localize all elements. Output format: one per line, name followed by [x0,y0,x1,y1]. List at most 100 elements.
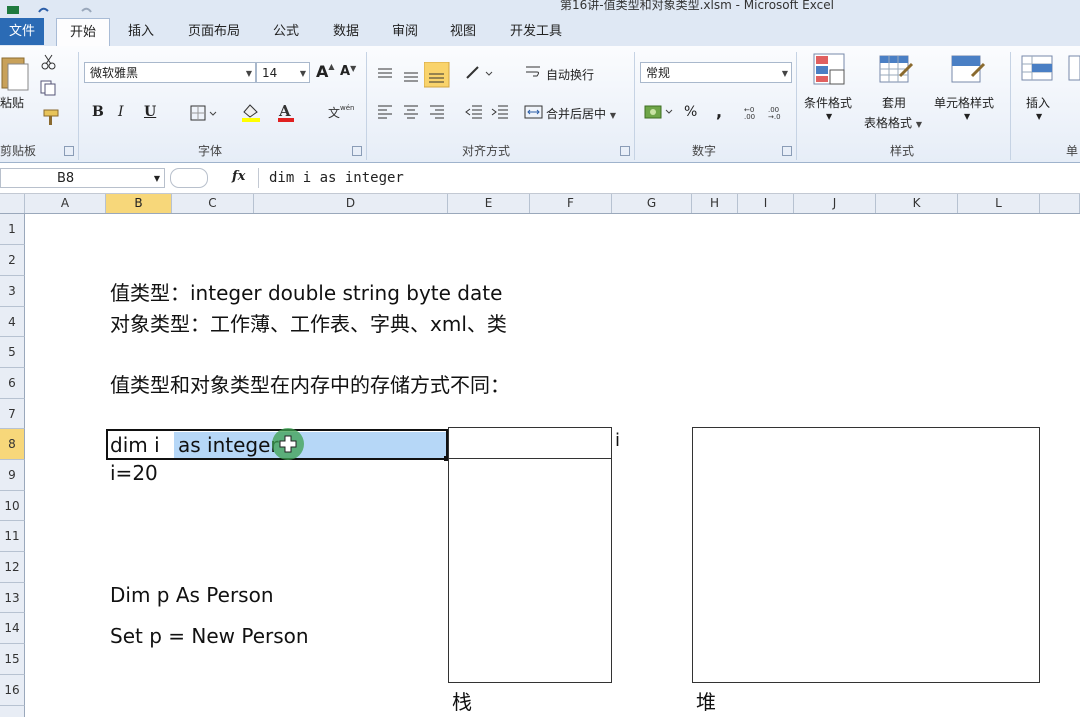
copy-icon[interactable] [40,80,64,100]
align-center-icon[interactable] [402,104,420,124]
font-size-select[interactable]: 14 ▼ [256,62,310,83]
comma-button[interactable]: , [716,102,722,121]
row-header-13[interactable]: 13 [0,583,25,613]
italic-button[interactable]: I [118,104,124,120]
phonetic-icon[interactable]: 文 wén [326,102,356,126]
column-header-f[interactable]: F [530,194,612,213]
undo-icon[interactable] [36,1,50,13]
format-as-table-button[interactable]: 表格格式 ▼ [864,114,922,131]
align-middle-icon[interactable] [402,68,420,87]
conditional-formatting-button[interactable]: 条件格式 [804,94,852,111]
row-header-4[interactable]: 4 [0,307,25,337]
conditional-formatting-icon[interactable] [812,52,848,92]
column-header-j[interactable]: J [794,194,876,213]
alignment-dialog-launcher[interactable] [620,146,630,156]
font-name-select[interactable]: 微软雅黑 ▼ [84,62,256,83]
increase-decimal-icon[interactable]: ←0.00 [744,104,764,124]
format-as-table-label-1[interactable]: 套用 [882,94,906,111]
format-as-table-icon[interactable] [878,52,914,92]
number-format-select[interactable]: 常规 ▼ [640,62,792,83]
tab-review[interactable]: 审阅 [382,18,428,45]
cell-b9-assignment[interactable]: i=20 [110,461,158,485]
insert-function-button[interactable]: fx [232,169,245,184]
row-header-8[interactable]: 8 [0,429,25,460]
cell-b3-value-types[interactable]: 值类型：integer double string byte date [110,277,502,306]
decrease-decimal-icon[interactable]: .00 →.0 [768,104,788,124]
cut-icon[interactable] [40,54,58,74]
shrink-font-button[interactable]: A▼ [340,64,356,79]
number-dialog-launcher[interactable] [782,146,792,156]
insert-cells-button[interactable]: 插入 [1026,94,1050,111]
column-header-k[interactable]: K [876,194,958,213]
font-dialog-launcher[interactable] [352,146,362,156]
column-header-c[interactable]: C [172,194,254,213]
row-header-1[interactable]: 1 [0,214,25,245]
fill-color-icon[interactable] [240,102,270,126]
bold-button[interactable]: B [92,104,104,120]
column-header-d[interactable]: D [254,194,448,213]
align-left-icon[interactable] [376,104,394,124]
column-header-e[interactable]: E [448,194,530,213]
column-header-l[interactable]: L [958,194,1040,213]
column-header-g[interactable]: G [612,194,692,213]
row-header-9[interactable]: 9 [0,460,25,491]
column-header-a[interactable]: A [25,194,106,213]
tab-developer[interactable]: 开发工具 [498,18,574,45]
tab-file[interactable]: 文件 [0,18,44,45]
increase-indent-icon[interactable] [490,104,510,124]
align-bottom-icon[interactable] [423,61,450,92]
wrap-text-button[interactable]: 自动换行 [546,66,594,83]
column-header-h[interactable]: H [692,194,738,213]
expand-handle[interactable] [170,168,208,188]
tab-view[interactable]: 视图 [440,18,486,45]
paste-icon[interactable] [0,54,30,98]
row-header-15[interactable]: 15 [0,644,25,675]
font-color-icon[interactable]: A [276,102,306,126]
currency-icon[interactable] [644,102,674,126]
merge-center-button[interactable]: 合并后居中 ▼ [546,105,616,122]
row-header-6[interactable]: 6 [0,368,25,399]
column-header-b[interactable]: B [106,194,172,213]
tab-page-layout[interactable]: 页面布局 [178,18,250,45]
row-header-3[interactable]: 3 [0,276,25,307]
insert-cells-icon[interactable] [1020,54,1056,90]
decrease-indent-icon[interactable] [464,104,484,124]
paste-button[interactable]: 粘贴 [0,94,24,111]
cell-b6-storage-note[interactable]: 值类型和对象类型在内存中的存储方式不同： [110,369,510,398]
row-header-2[interactable]: 2 [0,245,25,276]
merge-center-icon[interactable] [524,104,544,124]
row-header-16[interactable]: 16 [0,675,25,706]
align-right-icon[interactable] [428,104,446,124]
borders-icon[interactable] [190,104,218,126]
row-header-17[interactable] [0,706,25,717]
name-box[interactable]: B8 ▼ [0,168,165,188]
wrap-text-icon[interactable] [524,64,542,84]
align-top-icon[interactable] [376,66,394,85]
tab-formulas[interactable]: 公式 [262,18,310,45]
grow-font-button[interactable]: A▲ [316,62,335,81]
row-header-14[interactable]: 14 [0,613,25,644]
select-all-button[interactable] [0,194,25,213]
row-header-11[interactable]: 11 [0,521,25,552]
row-header-12[interactable]: 12 [0,552,25,583]
cell-b14-set-person[interactable]: Set p = New Person [110,624,309,648]
cell-styles-icon[interactable] [950,52,986,92]
percent-button[interactable]: % [684,104,697,120]
clipboard-dialog-launcher[interactable] [64,146,74,156]
cell-b13-dim-person[interactable]: Dim p As Person [110,583,274,607]
column-header-m[interactable] [1040,194,1080,213]
cell-styles-button[interactable]: 单元格样式 [934,94,994,111]
redo-icon[interactable] [80,1,94,13]
delete-cells-icon[interactable] [1068,54,1080,90]
row-header-7[interactable]: 7 [0,399,25,429]
underline-button[interactable]: U [144,104,156,120]
tab-insert[interactable]: 插入 [118,18,164,45]
row-header-10[interactable]: 10 [0,491,25,521]
cell-b4-object-types[interactable]: 对象类型：工作薄、工作表、字典、xml、类 [110,308,507,337]
tab-data[interactable]: 数据 [322,18,370,45]
format-painter-icon[interactable] [40,108,62,130]
formula-input[interactable]: dim i as integer [258,168,1080,188]
tab-home[interactable]: 开始 [56,18,110,47]
row-header-5[interactable]: 5 [0,337,25,368]
orientation-icon[interactable] [464,64,494,86]
